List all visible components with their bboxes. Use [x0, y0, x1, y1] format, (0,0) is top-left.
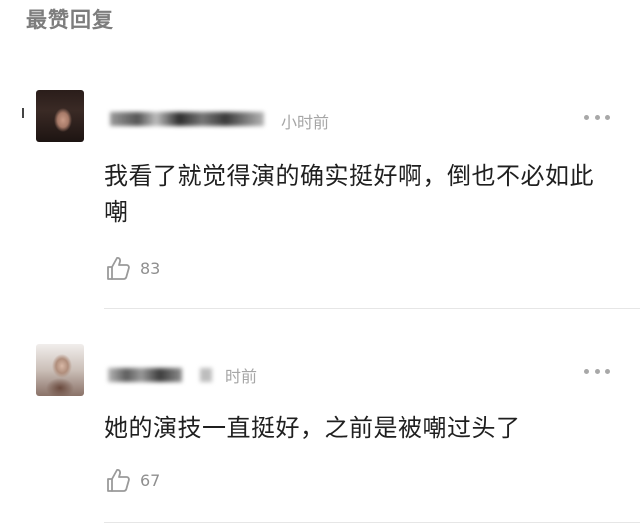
like-button[interactable]: 83 — [104, 254, 160, 282]
thumbs-up-icon — [104, 466, 132, 494]
more-dots-icon[interactable] — [584, 368, 610, 374]
section-title: 最赞回复 — [26, 8, 114, 32]
username-blurred[interactable] — [108, 368, 182, 382]
comment-text: 她的演技一直挺好，之前是被嘲过头了 — [104, 414, 521, 442]
comment-text: 我看了就觉得演的确实挺好啊，倒也不必如此嘲 — [104, 162, 594, 226]
username-blurred-fragment — [200, 368, 212, 382]
more-dots-icon[interactable] — [584, 114, 610, 120]
like-count: 83 — [140, 258, 161, 278]
divider — [104, 522, 640, 523]
avatar[interactable] — [36, 90, 84, 142]
avatar[interactable] — [36, 344, 84, 396]
divider — [104, 308, 640, 309]
comment-time: 小时前 — [281, 113, 330, 132]
like-button[interactable]: 67 — [104, 466, 160, 494]
decorative-mark — [22, 108, 24, 118]
comment-item: 小时前 我看了就觉得演的确实挺好啊，倒也不必如此嘲 83 — [0, 82, 640, 309]
comment-time: 时前 — [225, 367, 258, 386]
username-blurred[interactable] — [110, 112, 264, 126]
comment-item: 时前 她的演技一直挺好，之前是被嘲过头了 67 — [0, 336, 640, 523]
like-count: 67 — [140, 470, 161, 490]
thumbs-up-icon — [104, 254, 132, 282]
